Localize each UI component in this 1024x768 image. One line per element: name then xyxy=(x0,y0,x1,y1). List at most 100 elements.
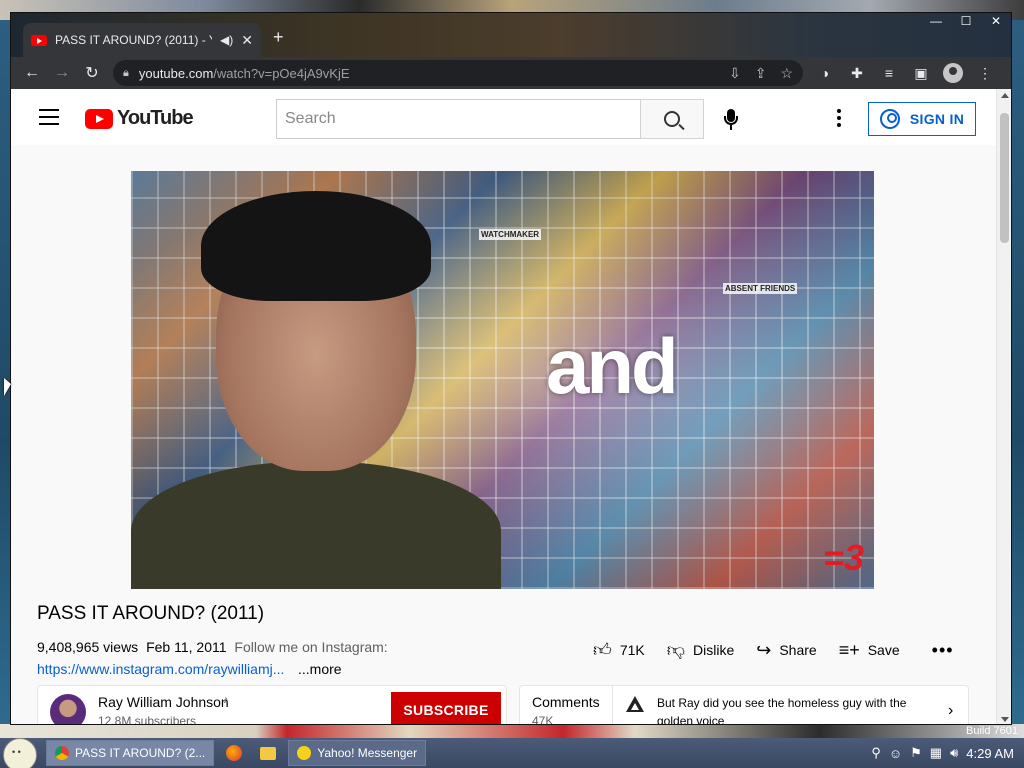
taskbar-chrome-window[interactable]: PASS IT AROUND? (2... xyxy=(46,740,215,766)
firefox-launcher[interactable] xyxy=(220,740,248,766)
browser-tab-active[interactable]: PASS IT AROUND? (2011) - Y ◀) ✕ xyxy=(23,23,261,57)
video-stats: 9,408,965 views Feb 11, 2011 Follow me o… xyxy=(37,639,388,655)
start-button[interactable] xyxy=(0,738,40,768)
comments-title: Comments xyxy=(532,694,600,710)
close-window-button[interactable]: ✕ xyxy=(981,13,1011,29)
install-app-icon[interactable]: ⇩ xyxy=(729,65,741,82)
window-controls: — ☐ ✕ xyxy=(921,13,1011,29)
video-player[interactable]: WATCHMAKER ABSENT FRIENDS and =3 xyxy=(131,171,874,589)
volume-icon[interactable]: 🔊︎ xyxy=(950,745,958,761)
maximize-button[interactable]: ☐ xyxy=(951,13,981,29)
like-button[interactable]: 👍︎ 71K xyxy=(593,639,645,661)
video-person-hair xyxy=(201,191,431,301)
description-preview: Follow me on Instagram: xyxy=(234,639,388,655)
share-arrow-icon: ↪ xyxy=(756,639,772,660)
youtube-wordmark: YouTube xyxy=(117,107,194,129)
youtube-logo[interactable]: YouTube xyxy=(85,107,194,130)
dislike-button[interactable]: 👎︎ Dislike xyxy=(667,639,735,661)
music-note-icon: ♪ xyxy=(223,694,229,706)
add-to-playlist-icon: ≡+ xyxy=(838,639,860,660)
share-button[interactable]: ↪ Share xyxy=(756,640,816,661)
comments-teaser[interactable]: Comments 47K But Ray did you see the hom… xyxy=(519,685,969,725)
youtube-play-icon xyxy=(85,108,113,129)
video-person-shirt xyxy=(131,461,501,589)
more-actions-icon[interactable]: ••• xyxy=(932,640,954,661)
network-icon[interactable]: ▦ xyxy=(930,745,942,761)
desktop-wallpaper-left xyxy=(0,20,10,725)
dislike-label: Dislike xyxy=(693,642,735,658)
user-icon xyxy=(879,109,900,129)
channel-avatar[interactable] xyxy=(50,694,86,724)
share-page-icon[interactable]: ⇪ xyxy=(755,65,767,82)
search-input[interactable]: Search xyxy=(276,99,640,139)
messenger-tray-icon[interactable]: ☺ xyxy=(889,746,902,761)
scroll-down-icon[interactable] xyxy=(1001,717,1009,722)
chrome-icon xyxy=(55,746,69,760)
yahoo-messenger-icon xyxy=(297,746,312,760)
system-tray: ⚲ ☺ ⚑ ▦ 🔊︎ 4:29 AM xyxy=(863,738,1024,768)
save-button[interactable]: ≡+ Save xyxy=(839,640,900,661)
subscriber-count: 12.8M subscribers xyxy=(98,714,197,725)
reload-icon[interactable]: ↻ xyxy=(77,63,107,83)
scroll-up-icon[interactable] xyxy=(1001,93,1009,98)
instagram-link[interactable]: https://www.instagram.com/raywilliamj... xyxy=(37,661,289,677)
view-count: 9,408,965 views xyxy=(37,639,139,655)
like-count: 71K xyxy=(619,642,645,658)
commenter-avatar-icon xyxy=(626,696,644,714)
share-label: Share xyxy=(779,642,817,658)
start-smiley-icon xyxy=(3,738,37,768)
video-actions: 👍︎ 71K 👎︎ Dislike ↪ Share ≡+ Save ••• xyxy=(593,639,976,661)
lock-icon[interactable]: 🔒︎ xyxy=(123,67,129,80)
tab-audio-icon[interactable]: ◀) xyxy=(220,33,233,47)
youtube-masthead: YouTube Search SIGN IN xyxy=(11,89,996,145)
video-corner-tag: =3 xyxy=(822,537,864,578)
taskbar-clock[interactable]: 4:29 AM xyxy=(966,746,1014,761)
search-tray-icon[interactable]: ⚲ xyxy=(871,745,881,761)
tab-title: PASS IT AROUND? (2011) - Y xyxy=(55,33,213,47)
back-arrow-icon[interactable]: ← xyxy=(17,64,47,82)
forward-arrow-icon[interactable]: → xyxy=(47,64,77,82)
comments-count: 47K xyxy=(532,714,554,725)
profile-avatar-icon[interactable] xyxy=(943,63,963,83)
subscribe-button[interactable]: SUBSCRIBE xyxy=(391,692,501,724)
sign-in-button[interactable]: SIGN IN xyxy=(868,102,976,136)
hamburger-menu-icon[interactable] xyxy=(39,109,59,130)
page-scrollbar[interactable] xyxy=(996,89,1011,724)
tab-close-icon[interactable]: ✕ xyxy=(241,32,253,49)
upload-date: Feb 11, 2011 xyxy=(146,639,227,655)
settings-kebab-icon[interactable] xyxy=(837,109,841,130)
search-icon xyxy=(664,111,680,127)
page-viewport: YouTube Search SIGN IN WATCHMAKER ABSENT… xyxy=(11,89,1011,725)
top-comment-text: But Ray did you see the homeless guy wit… xyxy=(657,696,907,725)
media-queue-icon[interactable]: ≡ xyxy=(873,65,905,81)
new-tab-button[interactable]: + xyxy=(273,27,284,48)
taskbar-yahoo-label: Yahoo! Messenger xyxy=(317,746,418,760)
firefox-icon xyxy=(226,745,243,761)
channel-name[interactable]: Ray William Johnson xyxy=(98,694,229,710)
thumbs-up-icon: 👍︎ xyxy=(593,640,612,660)
show-more-link[interactable]: ...more xyxy=(298,661,342,677)
security-flag-icon[interactable]: ⚑ xyxy=(910,745,922,761)
side-panel-icon[interactable]: ▣ xyxy=(905,65,937,82)
microphone-icon[interactable] xyxy=(721,109,741,131)
os-taskbar: PASS IT AROUND? (2... Yahoo! Messenger ⚲… xyxy=(0,738,1024,768)
browser-window: PASS IT AROUND? (2011) - Y ◀) ✕ + — ☐ ✕ … xyxy=(10,12,1012,725)
minimize-button[interactable]: — xyxy=(921,13,951,29)
search-button[interactable] xyxy=(640,99,704,139)
explorer-launcher[interactable] xyxy=(254,740,282,766)
bookmark-star-icon[interactable]: ☆ xyxy=(780,65,793,82)
scrollbar-thumb[interactable] xyxy=(1000,113,1009,243)
taskbar-yahoo-messenger[interactable]: Yahoo! Messenger xyxy=(288,740,427,766)
url-text[interactable]: youtube.com/watch?v=pOe4jA9vKjE xyxy=(139,66,715,81)
desktop-wallpaper-right xyxy=(1012,20,1024,725)
address-bar[interactable]: 🔒︎ youtube.com/watch?v=pOe4jA9vKjE ⇩ ⇪ ☆ xyxy=(113,60,803,86)
save-label: Save xyxy=(867,642,900,658)
youtube-favicon-icon xyxy=(31,34,47,46)
extension-flag-icon[interactable]: ◑ xyxy=(809,65,841,81)
video-overlay-caption: and xyxy=(546,322,679,410)
thumbs-down-icon: 👎︎ xyxy=(666,640,686,660)
browser-menu-icon[interactable]: ⋮ xyxy=(969,65,1001,82)
chevron-right-icon[interactable]: › xyxy=(948,702,953,720)
browser-titlebar: PASS IT AROUND? (2011) - Y ◀) ✕ + — ☐ ✕ xyxy=(11,13,1011,57)
extensions-puzzle-icon[interactable]: ✚ xyxy=(841,65,873,82)
